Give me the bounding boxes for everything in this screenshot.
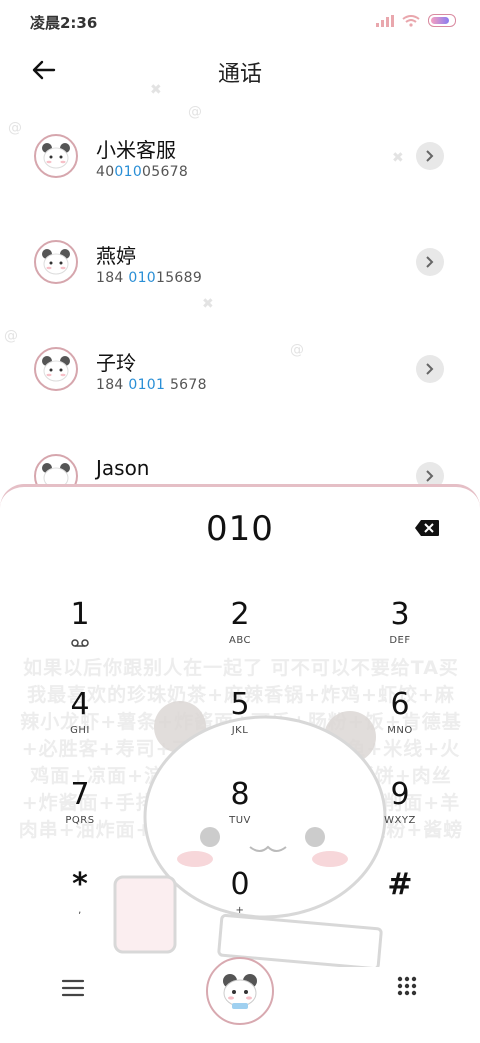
contact-number: 184 0101 5678 <box>96 377 207 393</box>
contact-name: 小米客服 <box>96 138 176 162</box>
chevron-right-icon <box>426 150 434 162</box>
contact-avatar <box>34 240 78 284</box>
key-6[interactable]: 6 MNO <box>345 687 455 751</box>
key-1[interactable]: 1 <box>25 597 135 661</box>
keypad-grid-icon[interactable] <box>396 975 418 997</box>
key-5[interactable]: 5 JKL <box>185 687 295 751</box>
dialed-number: 010 <box>206 509 274 549</box>
key-8[interactable]: 8 TUV <box>185 777 295 841</box>
chevron-right-icon <box>426 363 434 375</box>
key-hash[interactable]: # <box>345 867 455 931</box>
chevron-right-icon <box>426 470 434 482</box>
key-0[interactable]: 0 + <box>185 867 295 931</box>
key-9[interactable]: 9 WXYZ <box>345 777 455 841</box>
bear-avatar-icon <box>42 249 70 275</box>
bear-avatar-icon <box>42 356 70 382</box>
contact-name: 子玲 <box>96 351 136 375</box>
status-time: 凌晨2:36 <box>30 14 98 32</box>
decor-mark: ✖ <box>150 82 162 98</box>
chevron-right-icon <box>426 256 434 268</box>
backspace-icon[interactable] <box>414 519 440 537</box>
bear-call-icon <box>223 974 257 1009</box>
key-2[interactable]: 2 ABC <box>185 597 295 661</box>
call-button[interactable] <box>206 957 274 1025</box>
contact-detail-button[interactable] <box>416 142 444 170</box>
contact-name: 燕婷 <box>96 244 136 268</box>
contact-item[interactable]: 子玲 184 0101 5678 <box>0 319 480 425</box>
signal-icon <box>376 14 394 27</box>
menu-icon[interactable] <box>60 977 86 999</box>
contact-name: Jason <box>96 456 150 480</box>
battery-icon <box>428 14 456 27</box>
wifi-icon <box>402 14 420 27</box>
key-star[interactable]: * , <box>25 867 135 931</box>
status-bar: 凌晨2:36 <box>0 0 480 40</box>
header: 通话 <box>0 40 480 102</box>
contact-item[interactable]: 燕婷 184 01015689 <box>0 212 480 318</box>
contact-number: 184 01015689 <box>96 270 203 286</box>
key-3[interactable]: 3 DEF <box>345 597 455 661</box>
bear-avatar-icon <box>42 143 70 169</box>
contact-item[interactable]: 小米客服 4001005678 <box>0 106 480 212</box>
contact-detail-button[interactable] <box>416 355 444 383</box>
contact-detail-button[interactable] <box>416 248 444 276</box>
page-title: 通话 <box>217 62 262 87</box>
contact-avatar <box>34 347 78 391</box>
contact-avatar <box>34 134 78 178</box>
key-7[interactable]: 7 PQRS <box>25 777 135 841</box>
key-4[interactable]: 4 GHI <box>25 687 135 751</box>
voicemail-icon <box>71 639 89 647</box>
status-icons <box>376 14 456 27</box>
dialpad-panel: 如果以后你跟别人在一起了 可不可以不要给TA买我最喜欢的珍珠奶茶+麻辣香锅+炸鸡… <box>0 484 480 1043</box>
contact-number: 4001005678 <box>96 164 189 180</box>
